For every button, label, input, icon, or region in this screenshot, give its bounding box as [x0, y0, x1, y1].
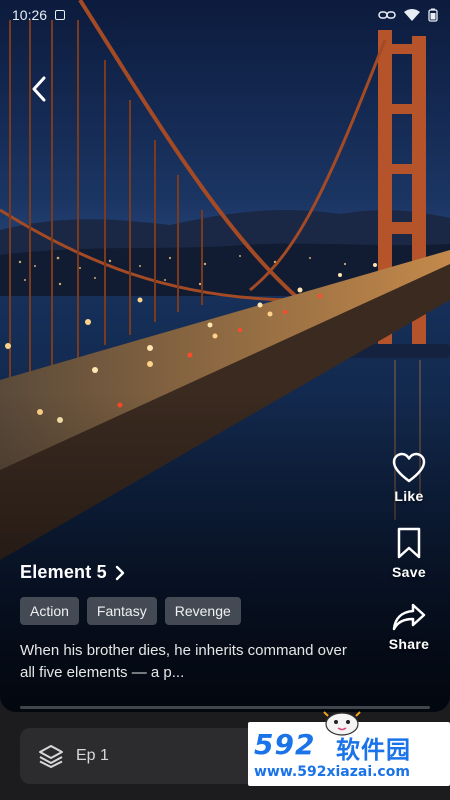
like-button[interactable]: Like: [392, 452, 426, 504]
status-notification-icons: [55, 10, 66, 20]
side-actions: Like Save Share: [386, 452, 432, 674]
layers-icon: [39, 745, 63, 768]
genre-tags: Action Fantasy Revenge: [20, 597, 241, 625]
tag-action[interactable]: Action: [20, 597, 79, 625]
bookmark-icon: [397, 527, 421, 559]
watermark-logo: 592: [254, 728, 316, 761]
battery-icon: [428, 8, 438, 22]
episode-label: Ep 1: [76, 747, 109, 764]
wifi-icon: [404, 9, 420, 21]
tag-revenge[interactable]: Revenge: [164, 597, 241, 625]
series-title: Element 5: [20, 562, 107, 582]
like-label: Like: [394, 488, 424, 504]
playback-progress[interactable]: [20, 706, 430, 709]
back-button[interactable]: [22, 72, 56, 106]
tag-fantasy[interactable]: Fantasy: [86, 597, 157, 625]
notification-icon: [55, 10, 66, 20]
mascot-icon: [323, 711, 361, 736]
share-arrow-icon: [392, 603, 426, 631]
save-label: Save: [392, 564, 426, 580]
status-indicators: [378, 8, 438, 22]
series-description[interactable]: When his brother dies, he inherits comma…: [20, 640, 350, 684]
video-player[interactable]: 10:26 Like Save Share Element 5 Action F…: [0, 0, 450, 712]
status-bar: 10:26: [0, 0, 450, 30]
chevron-right-icon: [115, 565, 125, 580]
save-button[interactable]: Save: [392, 526, 426, 580]
watermark-url: www.592xiazai.com: [254, 764, 410, 780]
heart-icon: [392, 452, 426, 483]
share-label: Share: [388, 636, 430, 652]
share-button[interactable]: Share: [389, 602, 429, 652]
link-icon: [378, 11, 396, 19]
series-title-link[interactable]: Element 5: [20, 562, 125, 583]
status-time: 10:26: [12, 7, 48, 23]
chevron-left-icon: [32, 76, 46, 102]
